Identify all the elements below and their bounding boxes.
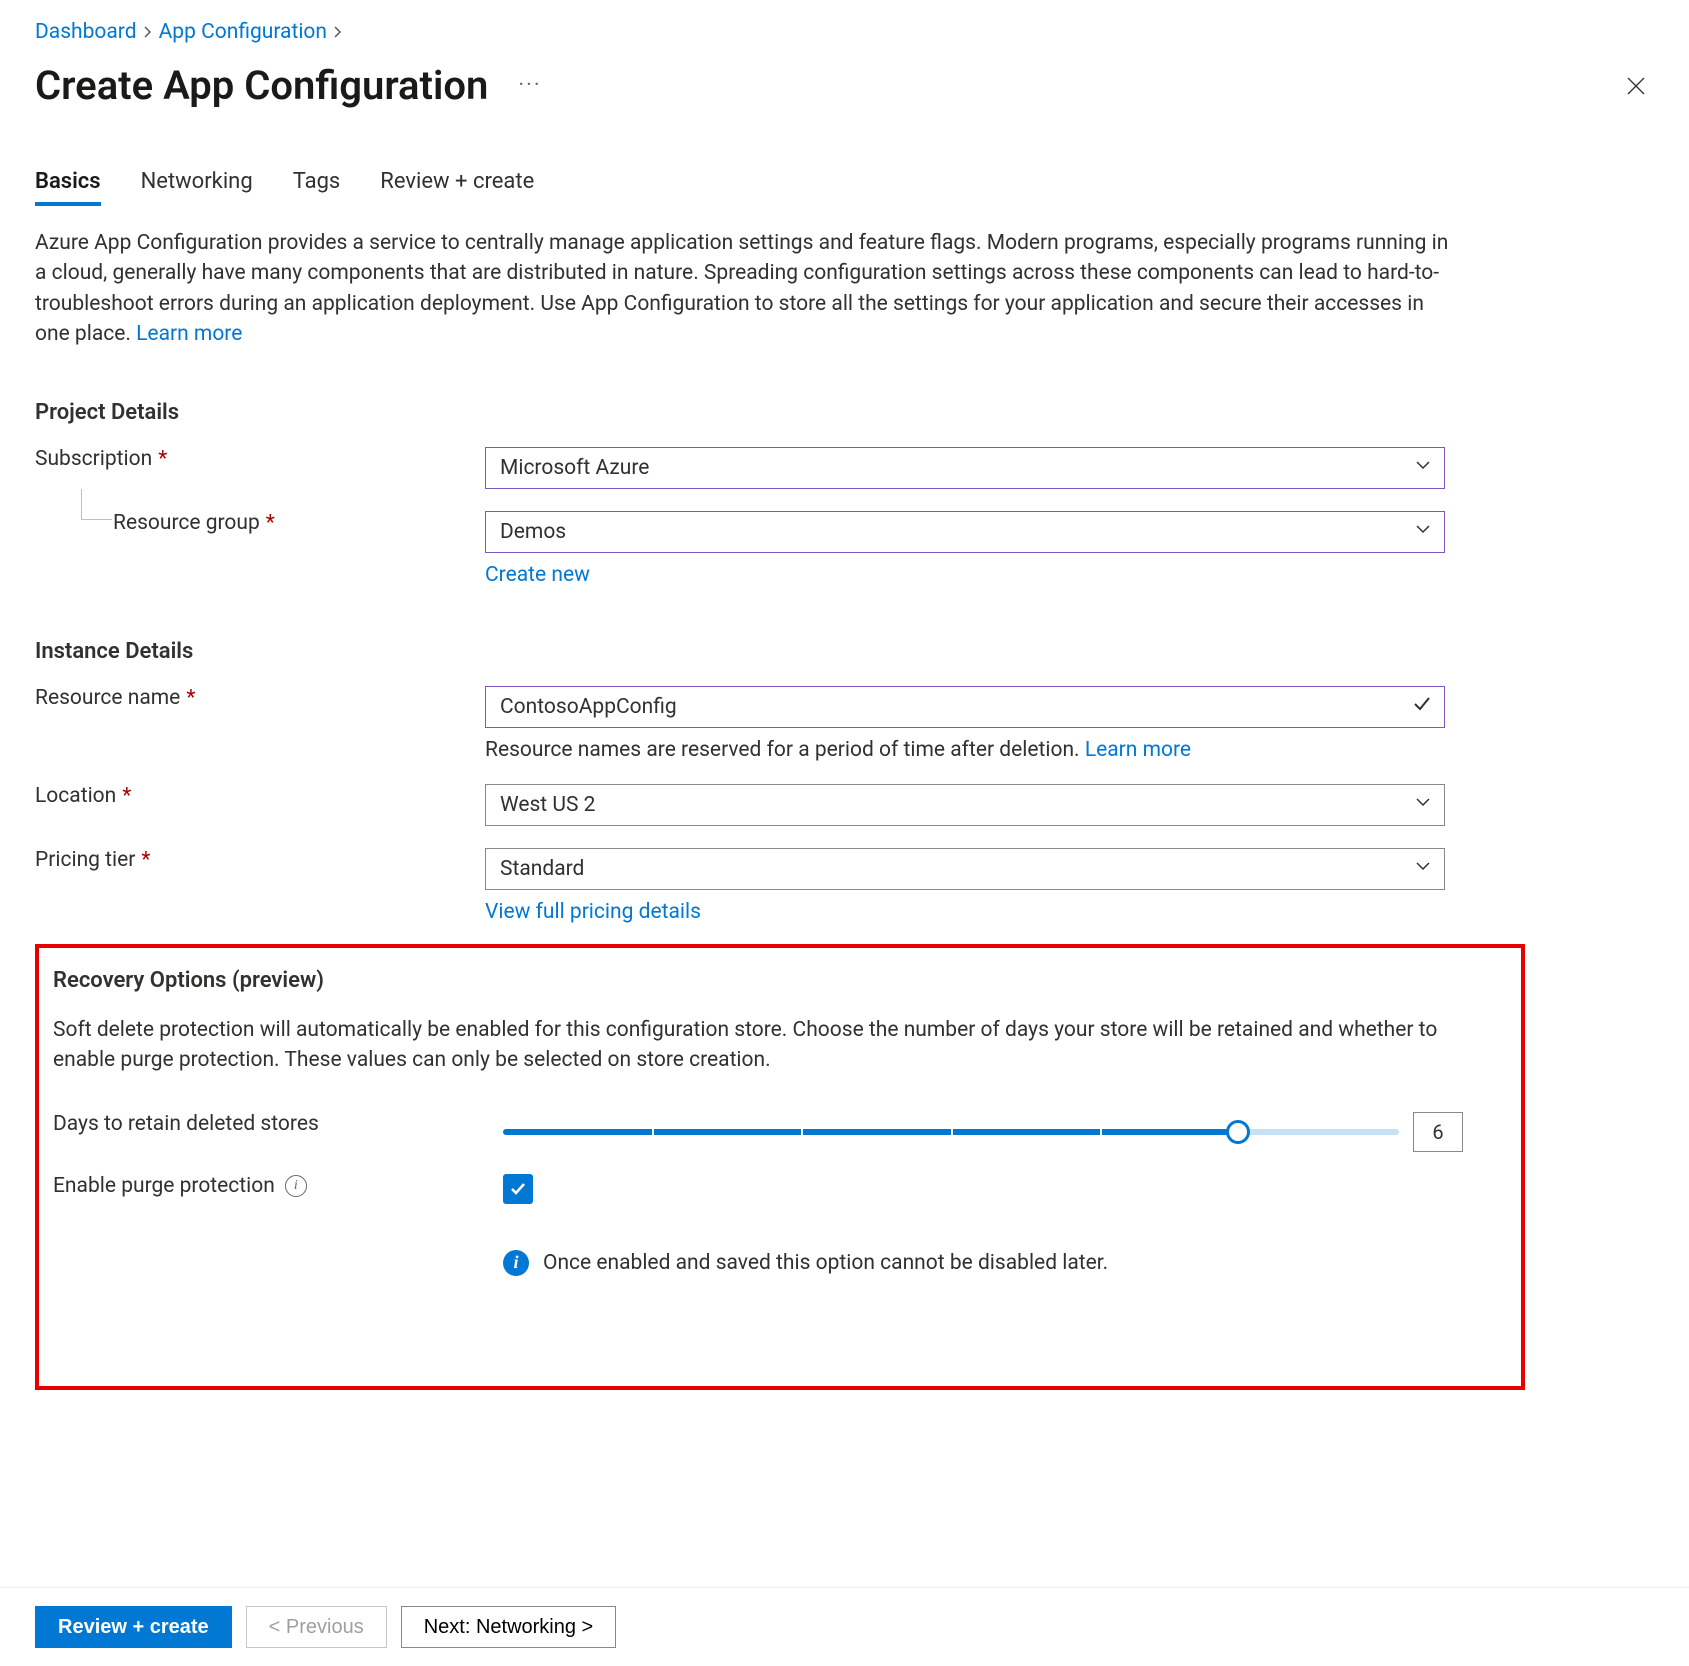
previous-button: < Previous <box>246 1606 387 1648</box>
chevron-right-icon <box>141 25 155 39</box>
slider-thumb[interactable] <box>1226 1120 1250 1144</box>
required-icon: * <box>141 848 150 872</box>
required-icon: * <box>266 511 275 535</box>
chevron-down-icon <box>1414 456 1432 480</box>
recovery-description: Soft delete protection will automaticall… <box>53 1015 1473 1076</box>
resource-name-helper: Resource names are reserved for a period… <box>485 738 1445 762</box>
resource-name-input[interactable]: ContosoAppConfig <box>485 686 1445 728</box>
purge-protection-label: Enable purge protection <box>53 1174 275 1198</box>
days-retain-value[interactable]: 6 <box>1413 1112 1463 1152</box>
tabs: Basics Networking Tags Review + create <box>35 169 1654 206</box>
location-label: Location <box>35 784 116 808</box>
days-retain-label: Days to retain deleted stores <box>53 1112 319 1136</box>
create-new-rg-link[interactable]: Create new <box>485 563 590 587</box>
pricing-tier-select[interactable]: Standard <box>485 848 1445 890</box>
required-icon: * <box>186 686 195 710</box>
location-select[interactable]: West US 2 <box>485 784 1445 826</box>
tab-networking[interactable]: Networking <box>141 169 253 206</box>
resource-group-label: Resource group <box>113 511 260 535</box>
page-title: Create App Configuration <box>35 62 488 109</box>
wizard-footer: Review + create < Previous Next: Network… <box>0 1587 1689 1666</box>
section-recovery-options: Recovery Options (preview) <box>53 968 1507 993</box>
view-pricing-link[interactable]: View full pricing details <box>485 900 701 924</box>
resource-name-learn-more-link[interactable]: Learn more <box>1085 738 1191 762</box>
required-icon: * <box>122 784 131 808</box>
recovery-options-box: Recovery Options (preview) Soft delete p… <box>35 944 1525 1390</box>
required-icon: * <box>158 447 167 471</box>
info-icon[interactable]: i <box>285 1175 307 1197</box>
breadcrumb-appconfig[interactable]: App Configuration <box>159 20 327 44</box>
resource-group-select[interactable]: Demos <box>485 511 1445 553</box>
chevron-down-icon <box>1414 857 1432 881</box>
info-filled-icon: i <box>503 1250 529 1276</box>
tab-tags[interactable]: Tags <box>293 169 341 206</box>
chevron-right-icon <box>331 25 345 39</box>
breadcrumb-dashboard[interactable]: Dashboard <box>35 20 137 44</box>
check-icon <box>1412 694 1432 720</box>
close-icon[interactable] <box>1625 75 1647 103</box>
review-create-button[interactable]: Review + create <box>35 1606 232 1648</box>
more-actions-button[interactable]: ··· <box>518 73 541 98</box>
resource-name-label: Resource name <box>35 686 180 710</box>
tab-review[interactable]: Review + create <box>380 169 534 206</box>
purge-protection-info-text: Once enabled and saved this option canno… <box>543 1251 1108 1275</box>
next-button[interactable]: Next: Networking > <box>401 1606 617 1648</box>
section-instance-details: Instance Details <box>35 639 1654 664</box>
section-project-details: Project Details <box>35 400 1654 425</box>
subscription-label: Subscription <box>35 447 152 471</box>
pricing-tier-label: Pricing tier <box>35 848 135 872</box>
tab-basics[interactable]: Basics <box>35 169 101 206</box>
intro-text: Azure App Configuration provides a servi… <box>35 228 1455 350</box>
purge-protection-checkbox[interactable] <box>503 1174 533 1204</box>
chevron-down-icon <box>1414 793 1432 817</box>
subscription-select[interactable]: Microsoft Azure <box>485 447 1445 489</box>
days-retain-slider[interactable] <box>503 1129 1399 1135</box>
intro-learn-more-link[interactable]: Learn more <box>136 322 242 346</box>
breadcrumb: Dashboard App Configuration <box>35 20 1654 44</box>
chevron-down-icon <box>1414 520 1432 544</box>
